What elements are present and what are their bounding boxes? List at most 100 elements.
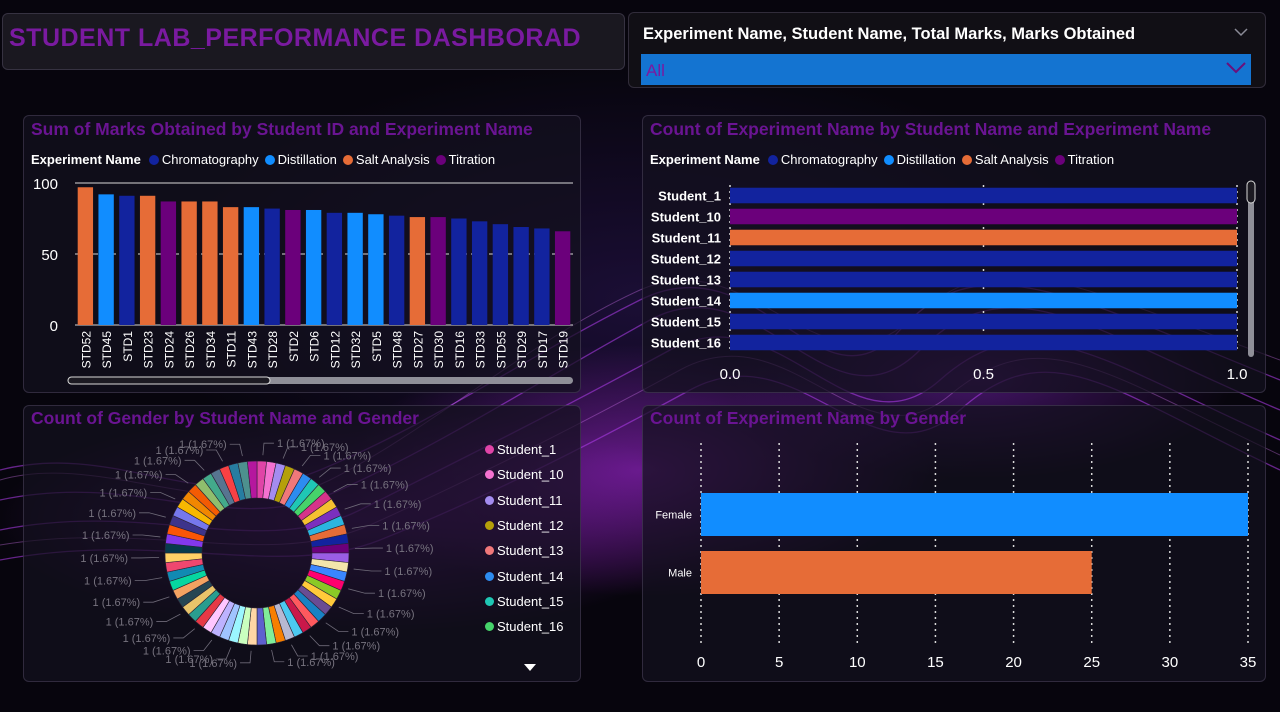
- x-tick-label: STD16: [453, 331, 467, 369]
- bar-std26[interactable]: [181, 201, 197, 325]
- bar-std45[interactable]: [98, 194, 114, 325]
- x-tick-label: 1.0: [1227, 366, 1248, 383]
- y-tick-label: 100: [33, 176, 58, 193]
- bar-student-12[interactable]: [730, 250, 1237, 267]
- bar-student-11[interactable]: [730, 229, 1237, 246]
- slice-data-label: 1 (1.67%): [115, 470, 163, 482]
- legend-item-student-13[interactable]: Student_13: [485, 538, 564, 563]
- bar-std55[interactable]: [492, 224, 509, 325]
- legend-label: Titration: [448, 152, 496, 167]
- y-category-label: Student_1: [658, 189, 721, 204]
- legend-item-student-16[interactable]: Student_16: [485, 614, 564, 639]
- bar-std6[interactable]: [305, 209, 322, 325]
- bar-std43[interactable]: [243, 207, 260, 325]
- slice-data-label: 1 (1.67%): [384, 566, 432, 578]
- y-category-label: Student_10: [651, 210, 721, 225]
- bar-std48[interactable]: [388, 215, 405, 325]
- bar-std30[interactable]: [430, 217, 446, 325]
- bar-std23[interactable]: [139, 195, 156, 325]
- bar-std34[interactable]: [202, 201, 218, 325]
- gender-donut-chart: 1 (1.67%) 1 (1.67%) 1 (1.67%) 1 (1.67%) 1 (1…: [80, 438, 433, 670]
- legend-label: Student_12: [497, 518, 564, 534]
- leader-line: [165, 474, 189, 484]
- bar-std29[interactable]: [513, 227, 529, 325]
- bar-student-15[interactable]: [730, 313, 1237, 330]
- slicer-selected-value: All: [646, 61, 665, 80]
- x-tick-label: 0.5: [973, 366, 994, 383]
- leader-line: [301, 454, 321, 467]
- x-tick-label: 35: [1240, 654, 1257, 671]
- bar-std16[interactable]: [451, 218, 467, 326]
- legend-label: Student_1: [497, 442, 557, 458]
- leader-line: [338, 606, 364, 615]
- slice-data-label: 1 (1.67%): [351, 626, 399, 638]
- slice-data-label: 1 (1.67%): [80, 553, 128, 565]
- bar-std2[interactable]: [285, 209, 301, 325]
- y-category-label: Student_12: [651, 252, 721, 267]
- slice-data-label: 1 (1.67%): [179, 439, 227, 451]
- bar-female[interactable]: [701, 493, 1248, 536]
- legend-label: Chromatography: [780, 152, 878, 167]
- legend-item-salt-analysis: Salt Analysis: [342, 152, 430, 167]
- bar-student-1[interactable]: [730, 187, 1237, 204]
- bar-std32[interactable]: [347, 212, 363, 325]
- vertical-scrollbar-track[interactable]: [1248, 181, 1254, 357]
- bar-std1[interactable]: [119, 195, 135, 325]
- bar-std5[interactable]: [368, 214, 384, 325]
- legend-item-student-1[interactable]: Student_1: [485, 437, 564, 462]
- dashboard-title: STUDENT LAB_PERFORMANCE DASHBORAD: [9, 24, 582, 52]
- bar-std12[interactable]: [326, 212, 343, 325]
- x-tick-label: STD1: [121, 331, 135, 362]
- marks-column-chart: 100 50 0 STD52 STD45 STD1 STD23 STD24 STD26 STD34…: [33, 176, 573, 385]
- bar-student-10[interactable]: [730, 208, 1237, 225]
- legend-dot: [435, 154, 446, 165]
- bar-student-13[interactable]: [730, 271, 1237, 288]
- bar-std27[interactable]: [409, 217, 426, 325]
- bar-male[interactable]: [701, 551, 1092, 594]
- x-tick-label: STD28: [266, 331, 280, 369]
- legend-dot: [485, 445, 494, 455]
- x-tick-label: 25: [1083, 654, 1100, 671]
- leader-line: [206, 449, 223, 462]
- slice-data-label: 1 (1.67%): [84, 576, 132, 588]
- legend-item-student-14[interactable]: Student_14: [485, 563, 564, 588]
- legend-item-student-12[interactable]: Student_12: [485, 513, 564, 538]
- bar-student-16[interactable]: [730, 334, 1237, 351]
- legend-dot: [264, 154, 275, 165]
- x-tick-label: 15: [927, 654, 944, 671]
- leader-line: [333, 484, 358, 493]
- bar-std52[interactable]: [77, 187, 94, 325]
- slicer-collapse-chevron-icon[interactable]: [1234, 24, 1248, 40]
- vertical-scrollbar-thumb[interactable]: [1246, 180, 1256, 204]
- legend-dot: [485, 571, 494, 581]
- x-tick-label: STD11: [225, 331, 239, 368]
- legend-scroll-down-icon[interactable]: [523, 659, 537, 677]
- legend-item-student-15[interactable]: Student_15: [485, 589, 564, 614]
- legend-item-student-10[interactable]: Student_10: [485, 462, 564, 487]
- slicer-dropdown[interactable]: All: [641, 54, 1251, 85]
- bar-std24[interactable]: [160, 201, 177, 325]
- bar-std33[interactable]: [471, 221, 488, 325]
- y-category-label: Female: [655, 510, 692, 522]
- leader-line: [139, 512, 166, 518]
- bar-std11[interactable]: [222, 207, 239, 325]
- bar-std28[interactable]: [264, 208, 280, 325]
- leader-line: [150, 491, 176, 500]
- slice-data-label: 1 (1.67%): [382, 520, 430, 532]
- bar-student-14[interactable]: [730, 292, 1237, 309]
- legend-item-student-11[interactable]: Student_11: [485, 488, 564, 513]
- legend-dot: [961, 154, 972, 165]
- legend-item-chromatography: Chromatography: [767, 152, 878, 167]
- y-category-label: Student_16: [651, 336, 721, 351]
- y-tick-label: 50: [41, 247, 58, 264]
- legend-label: Student_10: [497, 467, 564, 483]
- leader-line: [193, 639, 213, 652]
- leader-line: [131, 556, 160, 559]
- leader-line: [348, 588, 375, 594]
- bar-std19[interactable]: [554, 231, 571, 325]
- bar-std17[interactable]: [534, 228, 550, 325]
- legend-dot: [767, 154, 778, 165]
- x-tick-label: STD24: [162, 331, 176, 369]
- horizontal-scrollbar-thumb[interactable]: [67, 376, 271, 385]
- legend-title: Experiment Name: [650, 152, 760, 167]
